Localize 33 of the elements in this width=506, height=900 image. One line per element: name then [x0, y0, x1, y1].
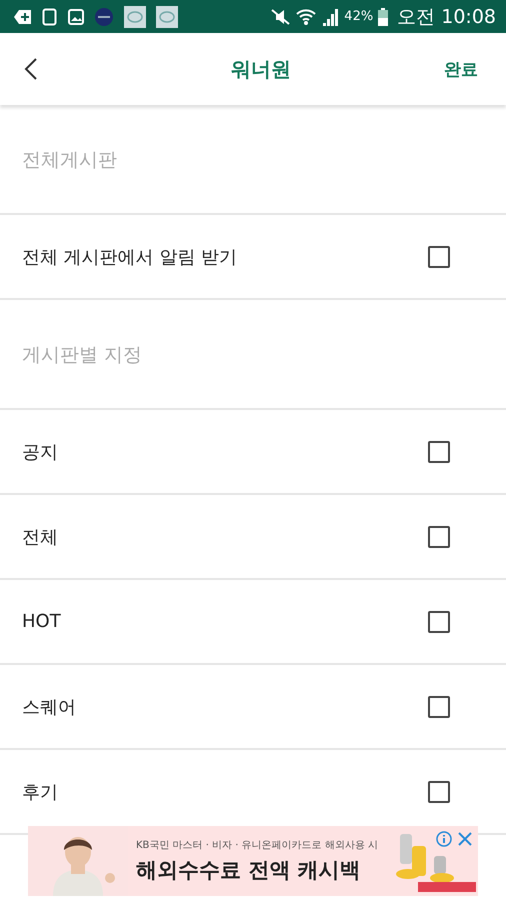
row-label: 전체 게시판에서 알림 받기 [22, 246, 238, 268]
checkbox[interactable] [428, 780, 450, 802]
row-label: 전체 [22, 526, 58, 548]
checkbox[interactable] [428, 696, 450, 718]
app-icon [94, 6, 114, 26]
checkbox[interactable] [428, 526, 450, 548]
back-button[interactable] [24, 57, 38, 81]
close-icon[interactable] [458, 832, 472, 846]
info-icon[interactable] [436, 831, 452, 847]
ad-text: KB국민 마스터 · 비자 · 유니온페이카드로 해외사용 시 [136, 839, 378, 852]
battery-percent: 42% [344, 9, 374, 24]
page-title: 워너원 [231, 56, 291, 82]
row-label: HOT [22, 611, 61, 632]
checkbox[interactable] [428, 246, 450, 268]
clock: 오전 10:08 [397, 4, 496, 30]
screenshot-icon [42, 8, 58, 26]
image-icon [68, 8, 84, 24]
signal-icon [321, 8, 340, 26]
section-header: 게시판별 지정 [0, 300, 506, 410]
wifi-icon [296, 8, 316, 26]
app-icon [156, 6, 178, 28]
notification-icon [14, 8, 32, 24]
section-header: 전체게시판 [0, 105, 506, 215]
ad-headline: 해외수수료 전액 캐시백 [136, 857, 362, 884]
done-button[interactable]: 완료 [444, 58, 478, 80]
checkbox[interactable] [428, 610, 450, 632]
checkbox[interactable] [428, 440, 450, 462]
battery-icon [378, 8, 388, 26]
mute-icon [269, 8, 292, 26]
row-label: 스퀘어 [22, 696, 76, 718]
row-label: 공지 [22, 440, 58, 464]
row-label: 후기 [22, 780, 58, 804]
app-icon [124, 6, 146, 28]
